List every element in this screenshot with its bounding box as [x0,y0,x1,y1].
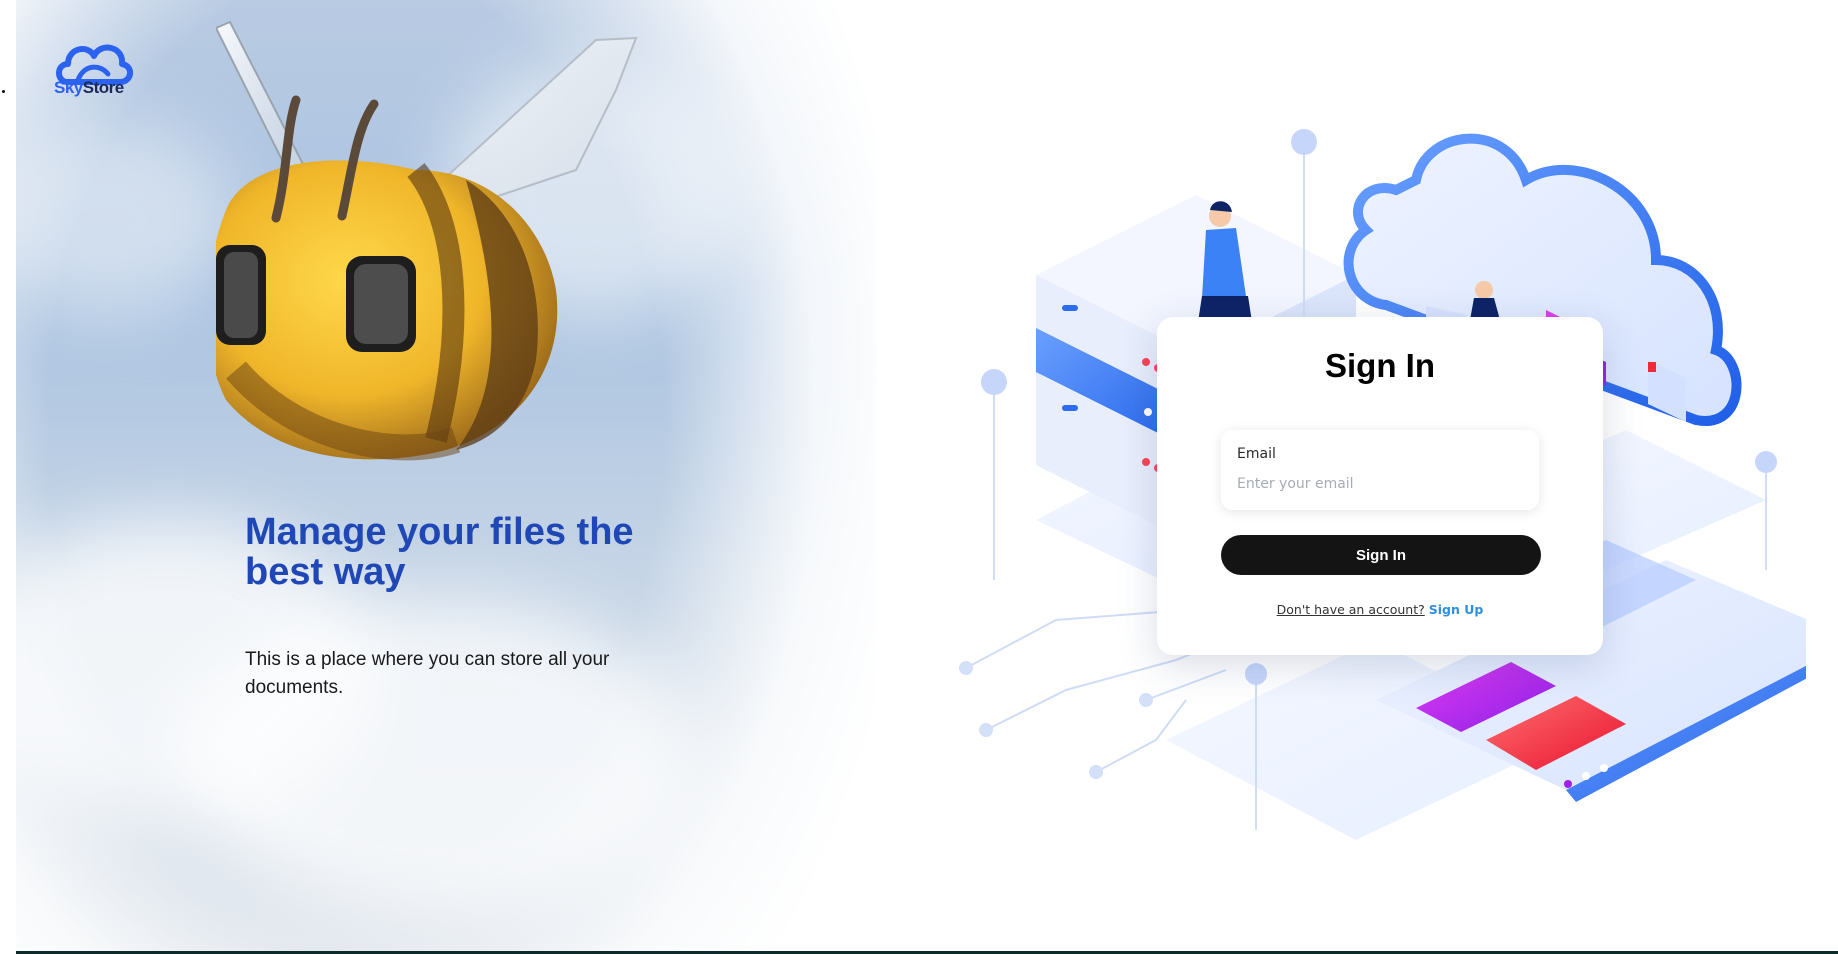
stray-dot [2,90,5,93]
hero-panel: SkyStore Manage your files the best way … [16,0,876,954]
email-label: Email [1237,446,1276,462]
hero-headline-line1: Manage your files the [245,511,634,553]
hero-headline: Manage your files the best way [245,512,705,592]
email-input[interactable] [1235,470,1529,498]
email-field[interactable]: Email [1221,430,1539,510]
brand-name-sky: Sky [54,78,83,97]
signup-row: Don't have an account? Sign Up [1157,602,1603,617]
signin-card: Sign In Email Sign In Don't have an acco… [1157,317,1603,655]
signin-button[interactable]: Sign In [1221,535,1541,575]
brand-name-store: Store [82,78,124,97]
signin-title: Sign In [1325,347,1435,384]
brand-logo-text[interactable]: SkyStore [54,78,124,98]
hero-headline-line2: best way [245,551,406,593]
hero-subtext: This is a place where you can store all … [245,649,610,698]
app-frame: SkyStore Manage your files the best way … [16,0,1838,954]
signup-prompt: Don't have an account? [1276,602,1425,617]
signup-link[interactable]: Sign Up [1429,602,1484,617]
bee-illustration [216,20,638,461]
